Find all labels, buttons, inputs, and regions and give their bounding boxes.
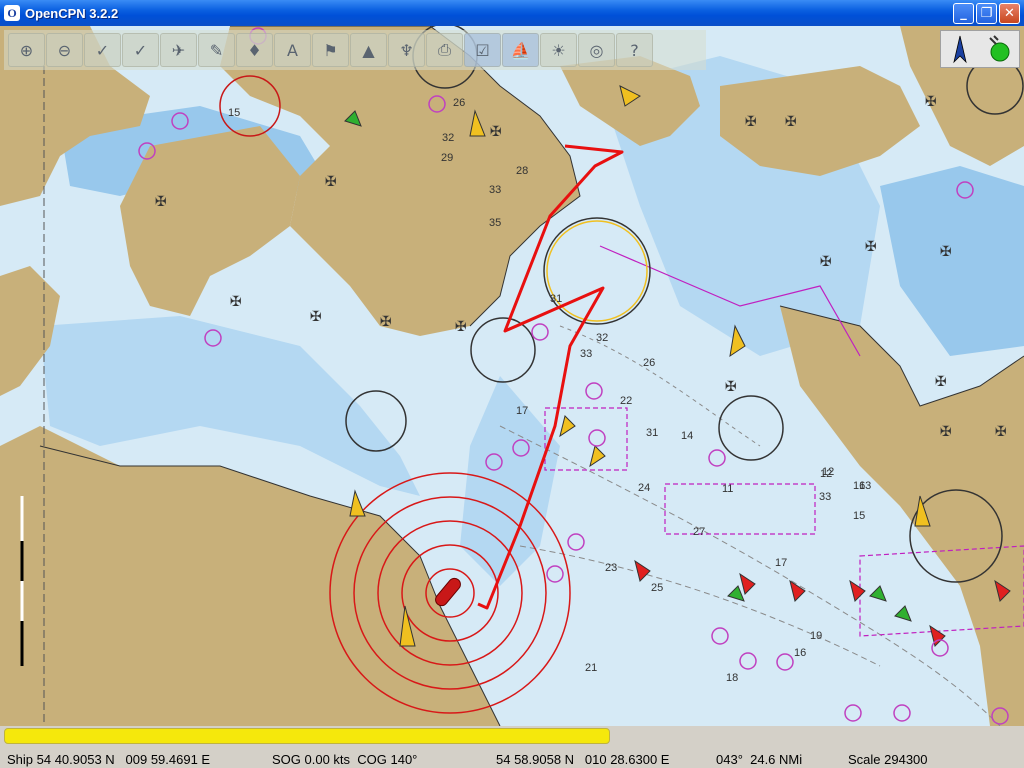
svg-text:15: 15 [853,510,865,522]
help-icon: ? [630,40,639,60]
svg-text:35: 35 [489,217,501,229]
print-icon: ⎙ [438,40,451,59]
svg-text:13: 13 [859,480,871,492]
mark-icon: ⚑ [323,40,338,60]
scale-in-icon: ✓ [95,40,110,60]
close-button[interactable]: ✕ [999,3,1020,24]
svg-text:✠: ✠ [995,424,1007,440]
svg-text:24: 24 [638,482,650,494]
zoom-in-button[interactable]: ⊕ [8,33,45,67]
svg-text:✠: ✠ [155,194,167,210]
tide-icon: ♆ [399,40,414,60]
svg-text:✠: ✠ [490,124,502,140]
main-toolbar: ⊕ ⊖ ✓ ✓ ✈ ✎ ♦ A ⚑ ▲ ♆ ⎙ ☑ ⛵ ☀ ◎? [4,30,706,70]
svg-text:✠: ✠ [940,424,952,440]
ship-button[interactable]: ⛵ [502,33,539,67]
maximize-button[interactable]: ❐ [976,3,997,24]
svg-text:14: 14 [681,430,693,442]
route-button[interactable]: ✈ [160,33,197,67]
sog-cog: SOG 0.00 kts COG 140° [272,752,418,767]
route-manager-icon: ☑ [475,40,490,60]
svg-text:29: 29 [441,152,453,164]
app-icon: O [4,5,20,21]
print-button[interactable]: ⎙ [426,33,463,67]
svg-text:✠: ✠ [865,239,877,255]
svg-text:✠: ✠ [380,314,392,330]
ship-position: Ship 54 40.9053 N 009 59.4691 E [7,752,211,767]
svg-text:✠: ✠ [310,309,322,325]
svg-text:✠: ✠ [940,244,952,260]
pen-button[interactable]: ✎ [198,33,235,67]
svg-text:28: 28 [516,165,528,177]
track-button[interactable]: ♦ [236,33,273,67]
svg-text:33: 33 [489,184,501,196]
svg-text:✠: ✠ [820,254,832,270]
ais-icon: ▲ [362,40,375,60]
compass-icon[interactable] [948,34,972,64]
chart-canvas[interactable]: ✠ ✠ ✠ ✠ ✠ ✠ ✠ ✠ ✠ ✠ ✠ ✠ ✠ ✠ ✠ ✠ ✠ 33 35 31 32 33 26… [0,26,1024,726]
svg-text:26: 26 [643,357,655,369]
svg-text:32: 32 [596,332,608,344]
nautical-chart[interactable]: ✠ ✠ ✠ ✠ ✠ ✠ ✠ ✠ ✠ ✠ ✠ ✠ ✠ ✠ ✠ ✠ ✠ 33 35 31 32 33 26… [0,26,1024,726]
svg-text:27: 27 [693,526,705,538]
help-button[interactable]: ? [616,33,653,67]
svg-text:17: 17 [516,405,528,417]
svg-text:11: 11 [722,483,733,495]
zoom-out-icon: ⊖ [57,40,72,60]
svg-text:✠: ✠ [455,319,467,335]
mark-button[interactable]: ⚑ [312,33,349,67]
zoom-in-icon: ⊕ [19,40,34,60]
window-title: OpenCPN 3.2.2 [25,5,119,21]
svg-text:26: 26 [453,97,465,109]
svg-text:12: 12 [822,466,834,478]
svg-text:✠: ✠ [925,94,937,110]
svg-text:18: 18 [726,672,738,684]
chart-scale: Scale 294300 [848,752,928,767]
bearing-distance: 043° 24.6 NMi [716,752,803,767]
svg-text:19: 19 [810,630,822,642]
lifebuoy-icon: ◎ [589,40,604,60]
svg-text:17: 17 [775,557,787,569]
svg-text:✠: ✠ [230,294,242,310]
svg-text:15: 15 [228,107,240,119]
day-night-button[interactable]: ☀ [540,33,577,67]
svg-text:23: 23 [605,562,617,574]
lifebuoy-button[interactable]: ◎ [578,33,615,67]
svg-text:✠: ✠ [325,174,337,190]
compass-widget[interactable] [940,30,1020,68]
svg-text:31: 31 [646,427,658,439]
svg-text:31: 31 [550,293,562,305]
route-icon: ✈ [171,40,186,60]
svg-text:22: 22 [620,395,632,407]
day-night-icon: ☀ [551,40,566,60]
ship-icon: ⛵ [510,40,531,60]
zoom-out-button[interactable]: ⊖ [46,33,83,67]
route-manager-button[interactable]: ☑ [464,33,501,67]
scale-in-button[interactable]: ✓ [84,33,121,67]
status-bar: Ship 54 40.9053 N 009 59.4691 E SOG 0.00… [0,726,1024,768]
cursor-position: 54 58.9058 N 010 28.6300 E [496,752,670,767]
svg-text:✠: ✠ [725,379,737,395]
pen-icon: ✎ [209,40,224,60]
track-icon: ♦ [247,40,262,60]
svg-text:21: 21 [585,662,597,674]
ais-button[interactable]: ▲ [350,33,387,67]
svg-text:33: 33 [580,348,592,360]
text-icon: A [287,40,298,60]
text-button[interactable]: A [274,33,311,67]
svg-text:✠: ✠ [785,114,797,130]
progress-bar [4,728,610,744]
title-bar[interactable]: O OpenCPN 3.2.2 _ ❐ ✕ [0,0,1024,26]
svg-text:✠: ✠ [745,114,757,130]
svg-text:25: 25 [651,582,663,594]
scale-out-button[interactable]: ✓ [122,33,159,67]
svg-text:16: 16 [794,647,806,659]
gps-status-icon[interactable] [986,34,1012,64]
minimize-button[interactable]: _ [953,3,974,24]
svg-text:32: 32 [442,132,454,144]
tide-button[interactable]: ♆ [388,33,425,67]
svg-text:33: 33 [819,491,831,503]
scale-out-icon: ✓ [133,40,148,60]
svg-text:✠: ✠ [935,374,947,390]
